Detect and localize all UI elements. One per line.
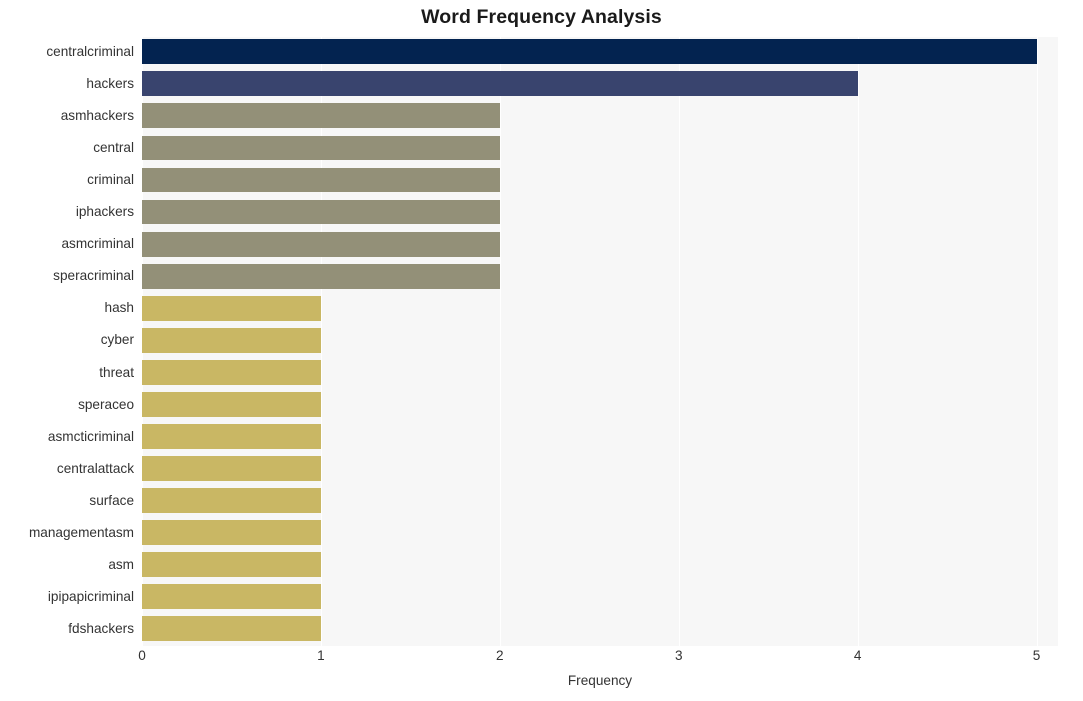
y-axis-label-hackers: hackers (86, 76, 134, 92)
bar-row (142, 358, 1058, 388)
bar-row (142, 293, 1058, 323)
bar-hash[interactable] (142, 295, 321, 321)
bar-asmhackers[interactable] (142, 103, 500, 129)
y-axis-label-centralcriminal: centralcriminal (46, 44, 134, 59)
x-axis-tick-3: 3 (674, 648, 683, 663)
y-axis-label-centralattack: centralattack (56, 460, 134, 476)
bar-row (142, 454, 1058, 484)
bar-ipipapicriminal[interactable] (142, 584, 321, 610)
bar-central[interactable] (142, 135, 500, 161)
y-axis-label-fdshackers: fdshackers (68, 620, 134, 636)
y-axis-label-ipipapicriminal: ipipapicriminal (47, 588, 134, 604)
bar-criminal[interactable] (142, 167, 500, 193)
bar-threat[interactable] (142, 359, 321, 385)
x-axis-tick-4: 4 (853, 648, 862, 663)
y-axis-label-iphackers: iphackers (75, 204, 134, 220)
bar-iphackers[interactable] (142, 199, 500, 225)
y-axis-label-managementasm: managementasm (28, 524, 134, 540)
bar-row (142, 229, 1058, 259)
bar-speracriminal[interactable] (142, 263, 500, 289)
plot-area (142, 37, 1058, 646)
y-axis-label-criminal: criminal (87, 172, 134, 188)
bar-speraceo[interactable] (142, 391, 321, 417)
bar-cyber[interactable] (142, 327, 321, 353)
y-axis-label-speraceo: speraceo (78, 396, 134, 412)
bar-centralcriminal[interactable] (142, 39, 1037, 65)
y-axis-label-asmcticriminal: asmcticriminal (47, 428, 134, 444)
bar-managementasm[interactable] (142, 520, 321, 545)
bar-asm[interactable] (142, 552, 321, 578)
y-axis-label-surface: surface (89, 492, 134, 508)
y-axis-label-threat: threat (99, 364, 134, 380)
bar-asmcticriminal[interactable] (142, 424, 321, 449)
bar-row (142, 614, 1058, 644)
bar-surface[interactable] (142, 488, 321, 513)
x-axis-title: Frequency (567, 673, 633, 688)
bar-row (142, 325, 1058, 355)
y-axis-label-asmcriminal: asmcriminal (61, 236, 134, 252)
bar-row (142, 101, 1058, 131)
bar-asmcriminal[interactable] (142, 231, 500, 257)
bar-hackers[interactable] (142, 71, 858, 97)
y-axis-label-speracriminal: speracriminal (53, 268, 134, 284)
bar-row (142, 422, 1058, 452)
bar-fdshackers[interactable] (142, 616, 321, 642)
bar-row (142, 582, 1058, 612)
bar-row (142, 37, 1058, 67)
y-axis-label-asm: asm (108, 556, 134, 572)
y-axis-labels: centralcriminal hackers asmhackers central c… (0, 37, 134, 646)
bar-row (142, 69, 1058, 99)
bar-row (142, 518, 1058, 548)
x-axis-tick-2: 2 (496, 648, 504, 663)
bar-row (142, 165, 1058, 195)
x-axis-tick-0: 0 (138, 648, 146, 663)
bar-row (142, 133, 1058, 163)
y-axis-label-cyber: cyber (100, 332, 134, 348)
bar-row (142, 550, 1058, 580)
y-axis-label-asmhackers: asmhackers (60, 108, 134, 124)
x-axis-tick-5: 5 (1032, 648, 1041, 663)
bar-row (142, 390, 1058, 420)
x-axis-ticks: 0 1 2 3 4 5 (138, 648, 1058, 670)
y-axis-label-central: central (93, 140, 134, 156)
chart-title: Word Frequency Analysis (421, 6, 662, 28)
x-axis-tick-1: 1 (317, 648, 325, 663)
y-axis-label-hash: hash (104, 300, 134, 316)
bar-row (142, 486, 1058, 516)
bar-centralattack[interactable] (142, 456, 321, 481)
bar-row (142, 197, 1058, 227)
word-frequency-chart: Word Frequency Analysis centralcriminal h… (0, 0, 1083, 701)
bar-row (142, 261, 1058, 291)
